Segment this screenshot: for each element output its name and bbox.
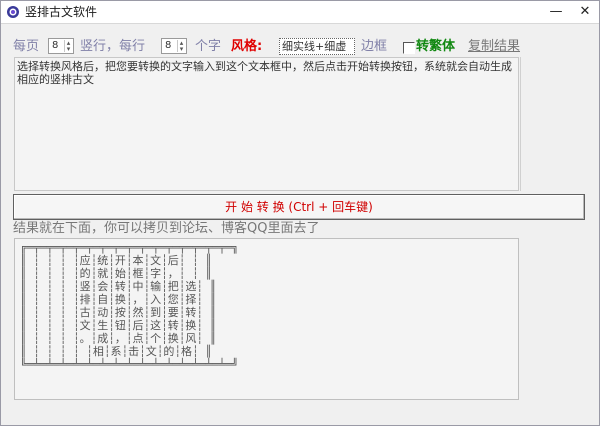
stepper-arrows-icon[interactable]: ▴ ▾	[64, 40, 72, 53]
options-toolbar: 每页 8 ▴ ▾ 竖行，每行 8 ▴ ▾ 个字 风格: 细实线+细虚 边框 转繁体 …	[13, 38, 597, 58]
chars-suffix-label: 个字	[195, 39, 222, 54]
chars-stepper[interactable]: 8 ▴ ▾	[161, 38, 187, 54]
result-label: 结果就在下面，你可以拷贝到论坛、博客QQ里面去了	[13, 221, 320, 236]
traditional-label[interactable]: 转繁体	[416, 38, 455, 56]
minimize-button[interactable]: —	[541, 1, 571, 23]
start-convert-button[interactable]: 开 始 转 换 (Ctrl + 回车键)	[13, 194, 585, 220]
per-page-label: 每页	[13, 39, 40, 54]
chars-value: 8	[165, 40, 172, 51]
traditional-checkbox[interactable]	[403, 42, 415, 54]
result-output-area[interactable]: ╔═╤═╤═╤═╤═╤═╤═╤═╤═╤═╤═╤═╤═╤═╤═╤═╗ ║ ┆ ┆ …	[14, 238, 519, 400]
columns-suffix-label: 竖行，每行	[80, 39, 146, 54]
style-label: 风格:	[231, 39, 263, 54]
input-scrollbar[interactable]	[520, 57, 521, 191]
copy-result-link[interactable]: 复制结果	[468, 38, 520, 56]
border-label: 边框	[361, 39, 388, 54]
title-bar: 竖排古文软件 — ✕	[1, 1, 599, 24]
app-window: 竖排古文软件 — ✕ 每页 8 ▴ ▾ 竖行，每行 8 ▴ ▾ 个字 风格: 细实线…	[0, 0, 600, 426]
source-text-input[interactable]: 选择转换风格后，把您要转换的文字输入到这个文本框中，然后点击开始转换按钮，系统就…	[14, 57, 519, 191]
window-title: 竖排古文软件	[25, 5, 98, 19]
style-select-value: 细实线+细虚	[282, 40, 347, 53]
columns-value: 8	[52, 40, 59, 51]
close-button[interactable]: ✕	[570, 1, 600, 23]
style-select[interactable]: 细实线+细虚	[279, 38, 355, 55]
app-logo-icon	[7, 6, 19, 18]
result-output-text[interactable]: ╔═╤═╤═╤═╤═╤═╤═╤═╤═╤═╤═╤═╤═╤═╤═╤═╗ ║ ┆ ┆ …	[20, 241, 239, 371]
columns-stepper[interactable]: 8 ▴ ▾	[48, 38, 74, 54]
stepper-arrows-icon[interactable]: ▴ ▾	[177, 40, 185, 53]
